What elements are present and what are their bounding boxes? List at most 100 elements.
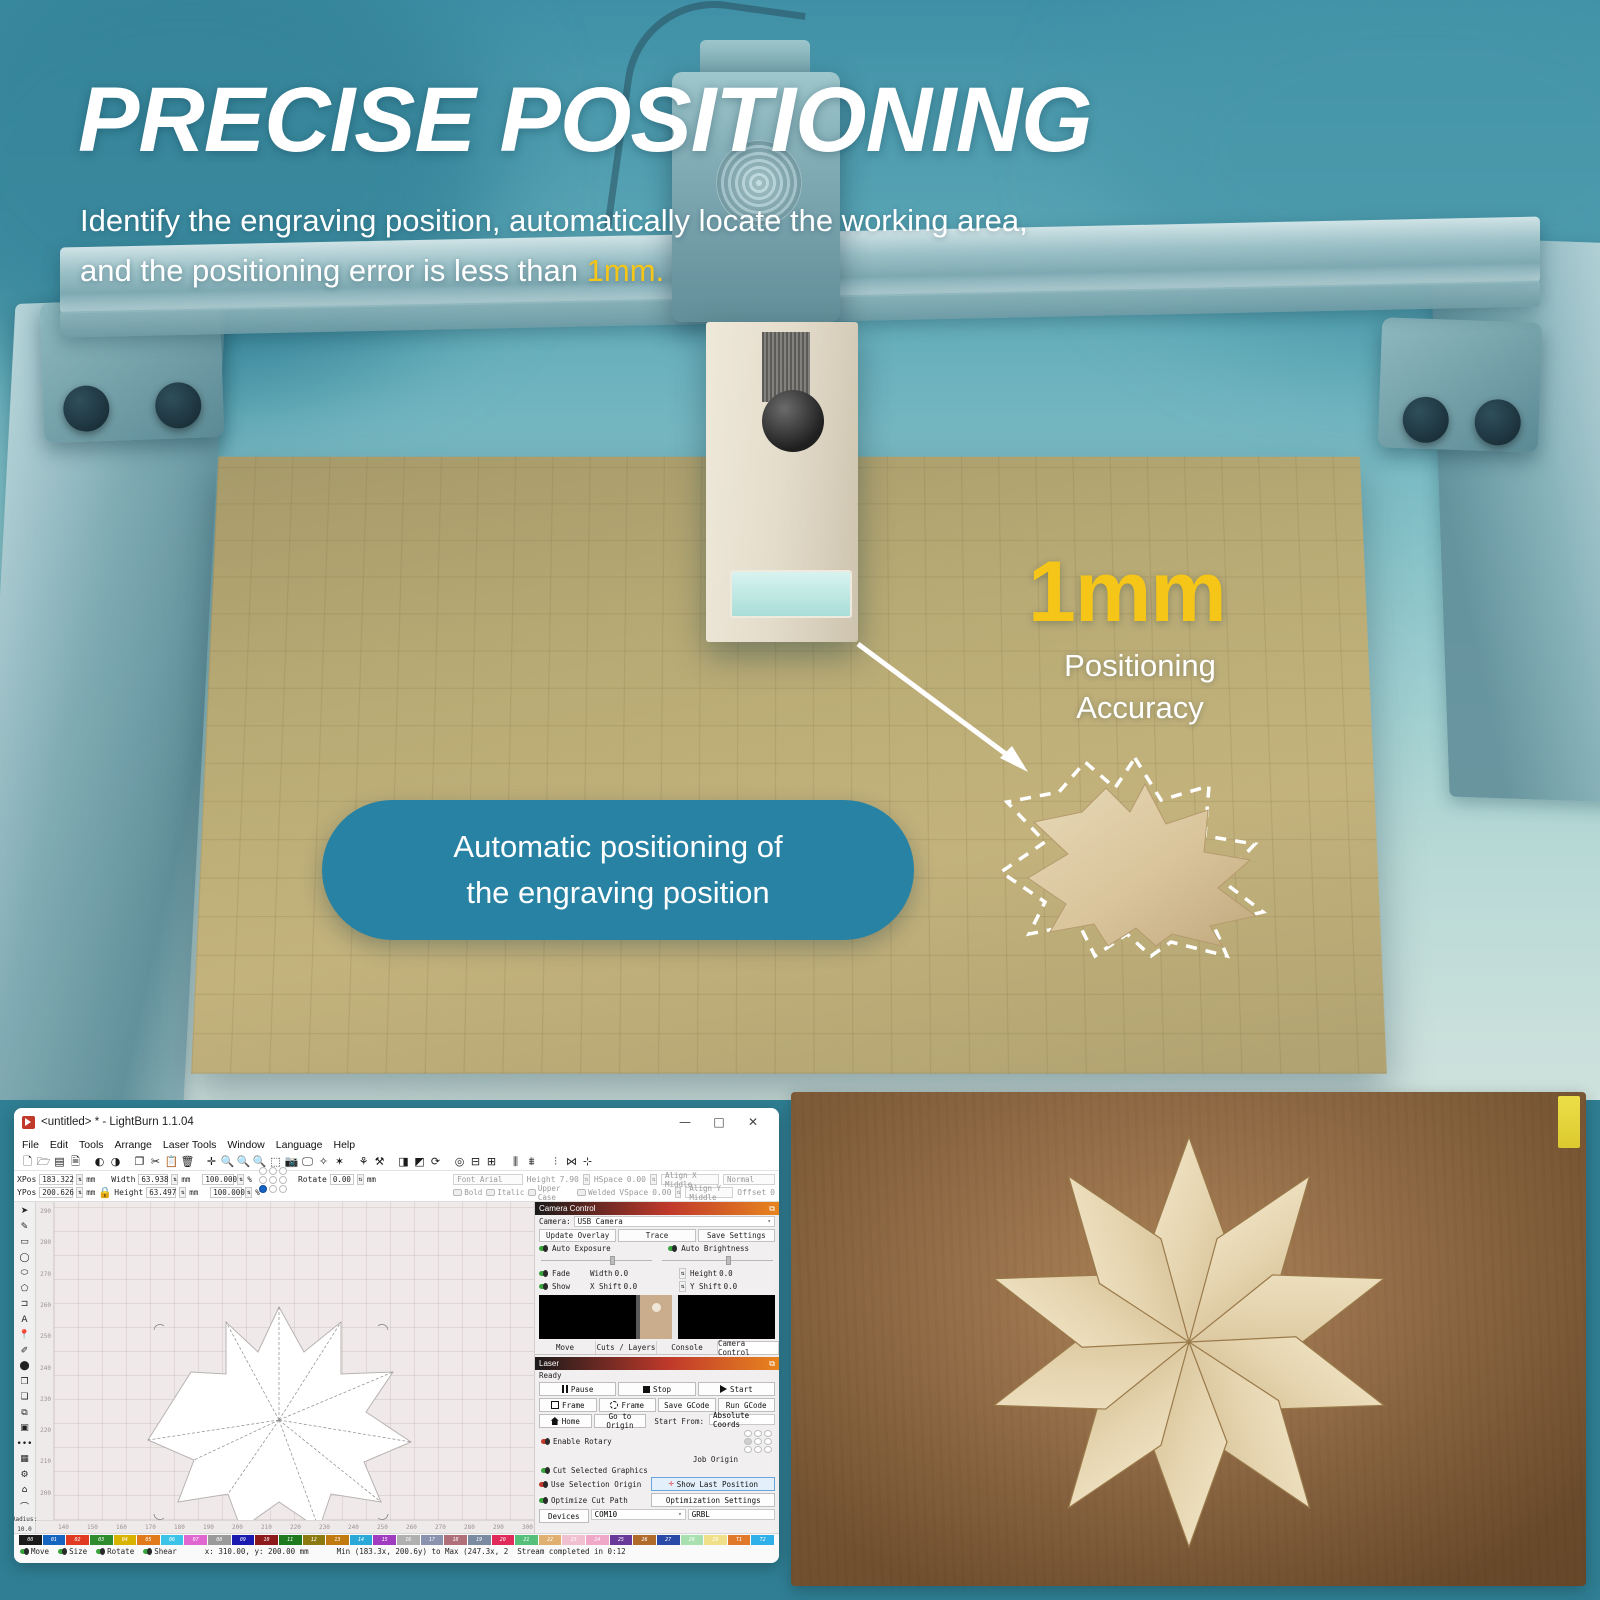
shape-properties-row-2[interactable]: YPos 200.626 ⇅ mm 🔒 Height 63.497 ⇅ mm 1… — [17, 1186, 449, 1199]
shape-properties-bar[interactable]: XPos 183.322 ⇅ mm Width 63.938 ⇅ mm 100.… — [14, 1166, 779, 1202]
anchor-cell[interactable] — [278, 1184, 287, 1193]
palette-swatch[interactable]: 21 — [515, 1535, 538, 1545]
radius-value[interactable]: 10.0 — [17, 1526, 31, 1533]
frame-button[interactable]: Frame — [539, 1398, 597, 1412]
palette-swatch[interactable]: 02 — [66, 1535, 89, 1545]
status-bar-row[interactable]: Move Size Rotate Shear x: 310.00, y: 200… — [14, 1546, 779, 1557]
origin-cell[interactable] — [754, 1446, 762, 1453]
home-button[interactable]: Home — [539, 1414, 592, 1428]
round-frame-button[interactable]: Frame — [598, 1398, 656, 1412]
palette-swatch[interactable]: 10 — [255, 1535, 278, 1545]
move-icon[interactable]: ✛ — [205, 1155, 218, 1168]
paste-icon[interactable]: 📋 — [165, 1155, 179, 1168]
tab-console[interactable]: Console — [657, 1341, 718, 1354]
hspace-stepper[interactable]: ⇅ — [650, 1174, 657, 1185]
welded-checkbox[interactable]: Welded — [577, 1188, 615, 1197]
pause-button[interactable]: Pause — [539, 1382, 617, 1396]
gear-shape-icon[interactable]: ⚙ — [18, 1469, 32, 1482]
origin-cell[interactable] — [744, 1430, 752, 1437]
scale-x-stepper[interactable]: ⇅ — [237, 1174, 245, 1185]
boolean-xor-icon[interactable]: ▣ — [18, 1422, 32, 1435]
optimization-settings-button[interactable]: Optimization Settings — [651, 1493, 775, 1507]
palette-swatch[interactable]: 11 — [278, 1535, 302, 1545]
origin-cell[interactable] — [764, 1430, 772, 1437]
laser-home-row[interactable]: Home Go to Origin Start From: Absolute C… — [535, 1411, 779, 1430]
vspace-stepper[interactable]: ⇅ — [675, 1187, 682, 1198]
stop-button[interactable]: Stop — [618, 1382, 696, 1396]
width-input[interactable]: 63.938 — [138, 1174, 168, 1185]
palette-swatch[interactable]: 19 — [467, 1535, 491, 1545]
palette-swatch[interactable]: T2 — [751, 1535, 774, 1545]
overlay-width-field[interactable]: Width 0.0 — [590, 1269, 675, 1278]
text-style-select[interactable]: Normal — [723, 1174, 775, 1185]
group-icon[interactable]: ⚒ — [373, 1155, 386, 1168]
status-size[interactable]: Size — [58, 1547, 87, 1556]
overlay-xshift-stepper[interactable]: ⇅ — [679, 1281, 686, 1292]
center-origin-icon[interactable]: ⊹ — [581, 1155, 594, 1168]
palette-swatch[interactable]: 12 — [302, 1535, 326, 1545]
height-stepper[interactable]: ⇅ — [179, 1187, 187, 1198]
copy-icon[interactable]: ❐ — [133, 1155, 146, 1168]
circle-filled-icon[interactable]: ⬤ — [18, 1360, 32, 1373]
chevron-down-icon[interactable]: ▾ — [678, 1511, 682, 1518]
menu-item-help[interactable]: Help — [333, 1139, 355, 1151]
palette-swatch[interactable]: 22 — [538, 1535, 562, 1545]
close-button[interactable]: ✕ — [745, 1115, 761, 1129]
camera-select-row[interactable]: Camera: USB Camera ▾ — [535, 1215, 779, 1228]
cut-selected-graphics-row[interactable]: Cut Selected Graphics — [535, 1465, 779, 1476]
camera-auto-toggles-row[interactable]: Auto Exposure Auto Brightness — [535, 1243, 779, 1254]
menu-item-laser-tools[interactable]: Laser Tools — [163, 1139, 217, 1151]
text-icon[interactable]: A — [18, 1314, 32, 1327]
text-properties-row-2[interactable]: Bold Italic Upper Case Welded VSpace 0.0… — [453, 1184, 775, 1202]
anchor-cell[interactable] — [258, 1175, 267, 1184]
brightness-slider[interactable] — [662, 1256, 773, 1265]
rotate-icon[interactable]: ⟳ — [429, 1155, 442, 1168]
status-bar[interactable]: 00 01 02 03 04 05 06 07 08 09 10 11 12 13 14 15 16 17 18 19… — [14, 1533, 779, 1563]
origin-cell[interactable] — [744, 1446, 752, 1453]
anchor-cell[interactable] — [268, 1166, 277, 1175]
palette-swatch[interactable]: 13 — [326, 1535, 349, 1545]
zoom-in-icon[interactable]: 🔍 — [221, 1155, 235, 1168]
update-overlay-button[interactable]: Update Overlay — [539, 1229, 617, 1242]
menu-bar[interactable]: File Edit Tools Arrange Laser Tools Wind… — [14, 1136, 779, 1153]
text-properties-panel[interactable]: Font Arial Height 7.90 ⇅ HSpace 0.00 ⇅ A… — [449, 1171, 779, 1202]
anchor-cell[interactable] — [278, 1175, 287, 1184]
palette-swatch[interactable]: 24 — [586, 1535, 609, 1545]
xpos-stepper[interactable]: ⇅ — [76, 1174, 84, 1185]
design-canvas[interactable]: 290 280 270 260 250 240 230 220 210 200 190 140 150… — [36, 1202, 534, 1533]
tab-move[interactable]: Move — [535, 1341, 596, 1354]
save-settings-button[interactable]: Save Settings — [697, 1229, 775, 1242]
open-file-icon[interactable]: 🗁 — [37, 1155, 51, 1168]
exposure-slider[interactable] — [541, 1256, 652, 1265]
flip-v-icon[interactable]: ◩ — [413, 1155, 426, 1168]
ypos-input[interactable]: 200.626 — [39, 1187, 74, 1198]
start-from-select[interactable]: Absolute Coords — [708, 1411, 775, 1429]
laser-panel-pin-icon[interactable]: ⧉ — [769, 1359, 775, 1369]
ellipse-icon[interactable]: ◯ — [18, 1252, 32, 1265]
node-edit-icon[interactable]: ✧ — [317, 1155, 330, 1168]
offset-shape-icon[interactable]: ⊐ — [18, 1298, 32, 1311]
delete-icon[interactable]: 🗑 — [181, 1155, 195, 1168]
optimize-cut-path-toggle[interactable] — [539, 1496, 548, 1504]
palette-swatch[interactable]: T1 — [727, 1535, 751, 1545]
palette-swatch[interactable]: 28 — [680, 1535, 704, 1545]
mirror-icon[interactable]: ⋈ — [565, 1155, 578, 1168]
devices-row[interactable]: Devices COM10 ▾ GRBL — [535, 1508, 779, 1524]
camera-preview[interactable] — [539, 1295, 775, 1339]
camera-overlay-row-1[interactable]: Fade Width 0.0 ⇅ Height 0.0 — [535, 1267, 779, 1280]
palette-swatch[interactable]: 20 — [491, 1535, 515, 1545]
palette-swatch[interactable]: 16 — [397, 1535, 420, 1545]
origin-cell[interactable] — [754, 1430, 762, 1437]
camera-overlay-row-2[interactable]: Show X Shift 0.0 ⇅ Y Shift 0.0 — [535, 1280, 779, 1293]
rotate-input[interactable]: 0.00 — [329, 1174, 354, 1185]
chevron-down-icon[interactable]: ▾ — [767, 1218, 771, 1225]
menu-item-tools[interactable]: Tools — [79, 1139, 104, 1151]
job-origin-grid[interactable] — [744, 1430, 773, 1453]
go-to-origin-button[interactable]: Go to Origin — [593, 1412, 647, 1430]
select-arrow-icon[interactable]: ➤ — [18, 1205, 32, 1218]
redo-icon[interactable]: ◑ — [109, 1155, 122, 1168]
save-icon[interactable]: ▤ — [53, 1155, 66, 1168]
shape-properties-left[interactable]: XPos 183.322 ⇅ mm Width 63.938 ⇅ mm 100.… — [14, 1166, 449, 1201]
palette-swatch[interactable]: 03 — [89, 1535, 113, 1545]
anchor-point-grid[interactable] — [258, 1166, 288, 1193]
